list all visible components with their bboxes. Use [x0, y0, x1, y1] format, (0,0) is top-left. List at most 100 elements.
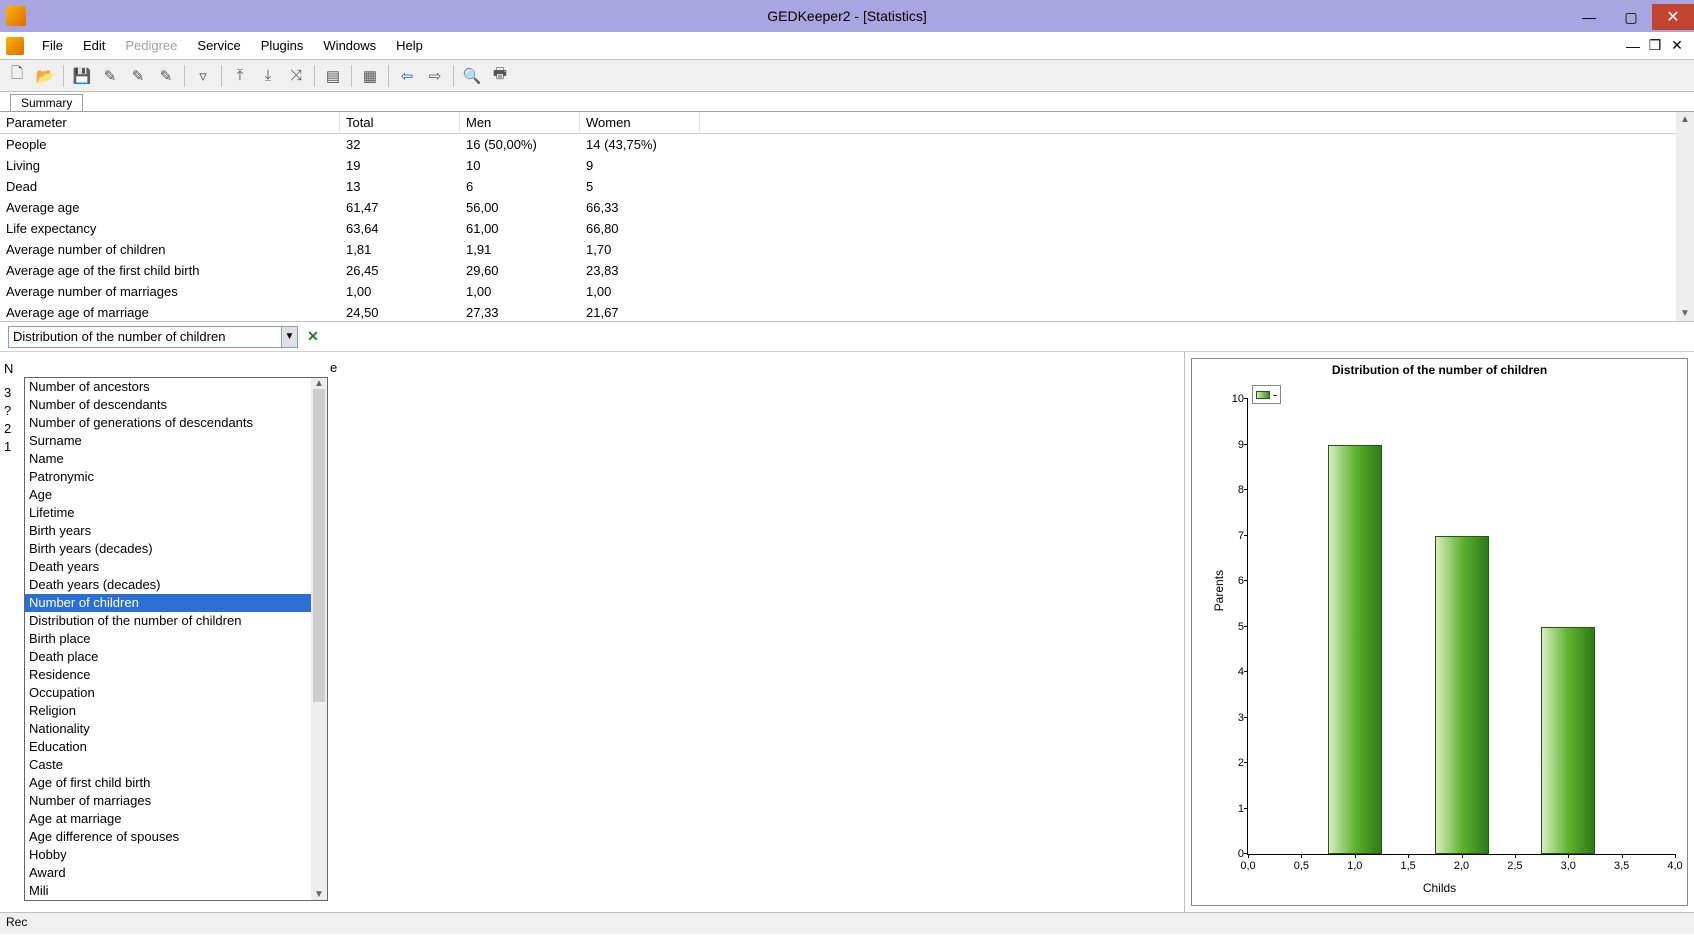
dropdown-item[interactable]: Religion — [25, 702, 327, 720]
stats-icon[interactable]: ▦ — [357, 63, 383, 89]
ytick-label: 4 — [1222, 666, 1244, 678]
dropdown-item[interactable]: Distribution of the number of children — [25, 612, 327, 630]
menu-pedigree[interactable]: Pedigree — [115, 34, 187, 57]
cell-total: 32 — [340, 134, 460, 155]
dropdown-item[interactable]: Patronymic — [25, 468, 327, 486]
menu-windows[interactable]: Windows — [313, 34, 386, 57]
dropdown-item[interactable]: Lifetime — [25, 504, 327, 522]
dropdown-item[interactable]: Number of marriages — [25, 792, 327, 810]
nav-back-icon[interactable]: ⇦ — [394, 63, 420, 89]
menu-edit[interactable]: Edit — [73, 34, 115, 57]
dropdown-item[interactable]: Number of descendants — [25, 396, 327, 414]
table-row[interactable]: Dead1365 — [0, 176, 1694, 197]
print-icon[interactable]: 🖶 — [487, 63, 513, 89]
peek-char: 1 — [4, 438, 13, 456]
nav-forward-icon[interactable]: ⇨ — [422, 63, 448, 89]
export-excel-icon[interactable]: ✕ — [304, 328, 322, 346]
xtick-label: 4,0 — [1667, 860, 1682, 872]
table-row[interactable]: Living19109 — [0, 155, 1694, 176]
dropdown-item[interactable]: Birth years — [25, 522, 327, 540]
cell-total: 24,50 — [340, 302, 460, 322]
chart-ylabel: Parents — [1212, 570, 1226, 611]
dropdown-item[interactable]: Death years — [25, 558, 327, 576]
dropdown-item[interactable]: Award — [25, 864, 327, 882]
delete-record-icon[interactable]: ✎ — [153, 63, 179, 89]
tree-ancestors-icon[interactable]: ⤒ — [227, 63, 253, 89]
table-scrollbar[interactable]: ▲ ▼ — [1676, 112, 1694, 321]
tree-descendants-icon[interactable]: ⤓ — [255, 63, 281, 89]
dropdown-item[interactable]: Birth years (decades) — [25, 540, 327, 558]
filter-icon[interactable]: ▿ — [190, 63, 216, 89]
distribution-toolbar: Distribution of the number of children ▼… — [0, 322, 1694, 352]
dropdown-item[interactable]: Age difference of spouses — [25, 828, 327, 846]
ytick-label: 3 — [1222, 712, 1244, 724]
dropdown-item[interactable]: Mili — [25, 882, 327, 900]
peek-char: ? — [4, 402, 13, 420]
summary-tab-label[interactable]: Summary — [10, 94, 83, 111]
table-row[interactable]: Average number of marriages1,001,001,00 — [0, 281, 1694, 302]
dropdown-item[interactable]: Birth place — [25, 630, 327, 648]
cell-women: 14 (43,75%) — [580, 134, 700, 155]
table-row[interactable]: People3216 (50,00%)14 (43,75%) — [0, 134, 1694, 155]
tree-both-icon[interactable]: ⤨ — [283, 63, 309, 89]
header-men[interactable]: Men — [460, 112, 580, 133]
header-parameter[interactable]: Parameter — [0, 112, 340, 133]
dropdown-item[interactable]: Surname — [25, 432, 327, 450]
dropdown-item[interactable]: Number of children — [25, 594, 327, 612]
result-list-peek: N 3 ? 2 1 — [4, 360, 13, 456]
edit-record-icon[interactable]: ✎ — [97, 63, 123, 89]
dropdown-item[interactable]: Residence — [25, 666, 327, 684]
add-record-icon[interactable]: ✎ — [125, 63, 151, 89]
dropdown-item[interactable]: Occupation — [25, 684, 327, 702]
table-row[interactable]: Average age of the first child birth26,4… — [0, 260, 1694, 281]
header-women[interactable]: Women — [580, 112, 700, 133]
scroll-down-icon[interactable]: ▼ — [1678, 306, 1692, 321]
open-file-icon[interactable]: 📂 — [32, 63, 58, 89]
mdi-minimize-button[interactable]: — — [1622, 38, 1644, 54]
dropdown-item[interactable]: Nationality — [25, 720, 327, 738]
header-total[interactable]: Total — [340, 112, 460, 133]
distribution-dropdown[interactable]: Number of ancestorsNumber of descendants… — [24, 377, 328, 901]
menu-help[interactable]: Help — [386, 34, 433, 57]
dropdown-item[interactable]: Age — [25, 486, 327, 504]
dropdown-item[interactable]: Death place — [25, 648, 327, 666]
save-icon[interactable]: 💾 — [69, 63, 95, 89]
dropdown-item[interactable]: Number of ancestors — [25, 378, 327, 396]
cell-total: 19 — [340, 155, 460, 176]
chevron-down-icon[interactable]: ▼ — [281, 327, 297, 347]
scroll-up-icon[interactable]: ▲ — [1678, 112, 1692, 127]
dropdown-item[interactable]: Age at marriage — [25, 810, 327, 828]
peek-char: e — [330, 360, 337, 375]
dropdown-item[interactable]: Age of first child birth — [25, 774, 327, 792]
dropdown-item[interactable]: Death years (decades) — [25, 576, 327, 594]
cell-param: Average age of the first child birth — [0, 260, 340, 281]
table-row[interactable]: Average age61,4756,0066,33 — [0, 197, 1694, 218]
mdi-restore-button[interactable]: ❐ — [1644, 37, 1666, 54]
dropdown-item[interactable]: Education — [25, 738, 327, 756]
preview-icon[interactable]: 🔍 — [459, 63, 485, 89]
menu-service[interactable]: Service — [187, 34, 250, 57]
dropdown-item[interactable]: Number of generations of descendants — [25, 414, 327, 432]
dropdown-item[interactable]: Name — [25, 450, 327, 468]
chart-panel: Distribution of the number of children -… — [1184, 352, 1694, 912]
chart-xlabel: Childs — [1423, 881, 1456, 895]
table-row[interactable]: Average age of marriage24,5027,3321,67 — [0, 302, 1694, 322]
menu-file[interactable]: File — [32, 34, 73, 57]
mdi-close-button[interactable]: ✕ — [1666, 37, 1688, 54]
pedigree-icon[interactable]: ▤ — [320, 63, 346, 89]
cell-women: 66,33 — [580, 197, 700, 218]
xtick-label: 3,0 — [1561, 860, 1576, 872]
table-row[interactable]: Average number of children1,811,911,70 — [0, 239, 1694, 260]
chart-bar — [1328, 445, 1382, 855]
minimize-button[interactable]: — — [1568, 4, 1610, 30]
menu-plugins[interactable]: Plugins — [251, 34, 314, 57]
dropdown-item[interactable]: Caste — [25, 756, 327, 774]
close-button[interactable]: ✕ — [1652, 4, 1694, 30]
dropdown-item[interactable]: Hobby — [25, 846, 327, 864]
new-file-icon[interactable]: 🗋 — [4, 63, 30, 89]
distribution-combo[interactable]: Distribution of the number of children ▼ — [8, 326, 298, 348]
table-row[interactable]: Life expectancy63,6461,0066,80 — [0, 218, 1694, 239]
maximize-button[interactable]: ▢ — [1610, 4, 1652, 30]
dropdown-scrollbar[interactable]: ▲▼ — [311, 378, 327, 900]
ytick-label: 10 — [1222, 393, 1244, 405]
